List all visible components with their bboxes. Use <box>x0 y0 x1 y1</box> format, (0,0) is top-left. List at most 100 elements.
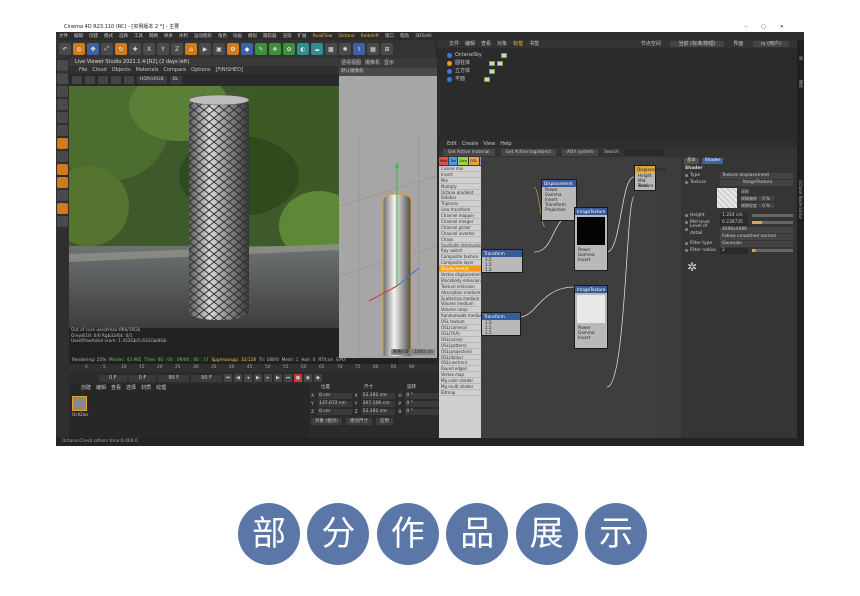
next-frame-icon[interactable]: ▸ <box>263 374 272 382</box>
cloner-icon[interactable]: ✿ <box>283 43 295 55</box>
keyframe-dot[interactable] <box>685 221 688 224</box>
absolute-size-select[interactable]: 绝对尺寸 <box>345 418 372 425</box>
node-port[interactable]: Invert <box>575 335 607 340</box>
sidebar-tab-attributes[interactable]: 属性 <box>798 80 804 88</box>
menu-item[interactable]: 编辑 <box>74 34 83 39</box>
live-viewer-menu-item[interactable]: Objects <box>112 67 131 73</box>
node-space-select[interactable]: 当前 (标准/物理) <box>670 41 724 47</box>
keyframe-dot[interactable] <box>685 228 688 231</box>
render-settings-icon[interactable]: ⚙ <box>227 43 239 55</box>
tab-shader[interactable]: Shader <box>701 158 724 164</box>
object-manager-menu-item[interactable]: 对象 <box>497 41 507 47</box>
object-manager-menu-item[interactable]: 书签 <box>529 41 539 47</box>
color-mode-select[interactable]: HDR/sRGB <box>137 76 167 84</box>
node-transform-2[interactable]: Transform 1.5 1.5 1.5 <box>481 312 521 336</box>
keyframe-dot[interactable] <box>685 181 688 184</box>
rotation-field[interactable]: 0 ° <box>405 401 440 407</box>
menu-item[interactable]: 文件 <box>59 34 68 39</box>
material-menu-item[interactable]: 选择 <box>126 385 136 391</box>
material-name[interactable]: OctGlos <box>72 412 88 417</box>
node-port[interactable]: Projection <box>542 207 576 212</box>
menu-item[interactable]: 3DToAll <box>415 34 432 39</box>
object-row[interactable]: OctaneSky <box>437 51 797 59</box>
viewport-menu-item[interactable]: 摄像机 <box>365 60 380 66</box>
object-manager-menu-item[interactable]: 标签 <box>513 41 523 47</box>
node-value[interactable]: 1.5 <box>482 267 522 272</box>
apply-button[interactable]: 应用 <box>375 418 393 425</box>
size-field[interactable]: 267.106 cm <box>361 401 396 407</box>
lod-select[interactable]: 4096x4096 <box>720 226 793 233</box>
node-list-item[interactable]: Bitmap <box>439 390 481 396</box>
menu-item[interactable]: 窗口 <box>385 34 394 39</box>
pause-icon[interactable] <box>85 76 95 84</box>
paint-icon[interactable] <box>57 203 68 214</box>
visibility-tag-icon[interactable] <box>489 60 496 66</box>
visibility-tag-icon[interactable] <box>489 68 496 74</box>
position-field[interactable]: 0 cm <box>317 393 352 399</box>
menu-item[interactable]: 运动图形 <box>194 34 212 39</box>
texture-mode-icon[interactable] <box>57 86 68 97</box>
end-frame-field[interactable]: 90 F <box>158 374 190 382</box>
model-mode-icon[interactable] <box>57 73 68 84</box>
node-category-tab[interactable]: Tex <box>449 157 458 165</box>
next-key-icon[interactable]: ▶ <box>273 374 282 382</box>
autokey-icon[interactable]: ◉ <box>303 374 312 382</box>
undo-icon[interactable]: ↶ <box>59 43 71 55</box>
node-category-tab[interactable]: Mat <box>439 157 449 165</box>
camera-icon[interactable]: ▩ <box>325 43 337 55</box>
start-frame-field[interactable]: 0 F <box>99 374 127 382</box>
keyframe-dot[interactable] <box>685 249 688 252</box>
node-editor-menu-item[interactable]: Create <box>462 141 479 147</box>
window-controls[interactable]: –▢✕ <box>745 22 798 32</box>
material-tag-icon[interactable] <box>497 60 504 66</box>
filter-select[interactable]: Gaussian <box>720 240 793 247</box>
prev-key-icon[interactable]: ◀ <box>233 374 242 382</box>
get-active-tag-button[interactable]: Get Active tag/object <box>500 149 557 156</box>
stop-icon[interactable] <box>98 76 108 84</box>
midlevel-slider[interactable] <box>752 221 793 224</box>
close-icon[interactable]: ✕ <box>780 24 798 30</box>
subdivision-icon[interactable]: ❖ <box>269 43 281 55</box>
visibility-tag-icon[interactable] <box>484 76 491 82</box>
menu-item[interactable]: RealFlow <box>313 34 333 39</box>
live-viewer-menu-item[interactable]: Options <box>191 67 210 73</box>
object-name[interactable]: OctaneSky <box>455 51 482 59</box>
sidebar-tab-node-editor[interactable]: Octane Node Editor <box>798 180 803 219</box>
brush-icon[interactable]: ⌇ <box>353 43 365 55</box>
node-canvas[interactable]: Displacement Power Gamma Invert Transfor… <box>481 157 666 446</box>
object-row[interactable]: 立方体 <box>437 67 797 75</box>
height-slider[interactable] <box>752 214 793 217</box>
search-input[interactable] <box>624 149 665 156</box>
perspective-viewport[interactable]: 透视视图 摄像机 显示 默认摄像机 网格间距 : 1000 cm <box>339 58 437 358</box>
menu-item[interactable]: 样条 <box>164 34 173 39</box>
menu-item[interactable]: 模拟 <box>248 34 257 39</box>
object-relative-select[interactable]: 对象 (相对) <box>311 418 342 425</box>
menu-item[interactable]: Redshift <box>361 34 379 39</box>
node-editor-menu-item[interactable]: Edit <box>447 141 457 147</box>
rotation-field[interactable]: 0 ° <box>405 393 440 399</box>
object-manager-menu-item[interactable]: 查看 <box>481 41 491 47</box>
cube-icon[interactable]: ◆ <box>241 43 253 55</box>
material-menu-item[interactable]: 查看 <box>111 385 121 391</box>
play-icon[interactable] <box>72 76 82 84</box>
menu-item[interactable]: 帮助 <box>400 34 409 39</box>
size-field[interactable]: 52.182 cm <box>361 393 396 399</box>
material-menu-item[interactable]: 纹理 <box>156 385 166 391</box>
object-name[interactable]: 立方体 <box>455 67 470 75</box>
workplane-icon[interactable] <box>57 164 68 175</box>
object-manager-menu-item[interactable]: 编辑 <box>465 41 475 47</box>
menu-item[interactable]: 动画 <box>233 34 242 39</box>
max-frame-field[interactable]: 90 F <box>191 374 222 382</box>
rotation-field[interactable]: 0 ° <box>405 409 440 415</box>
node-port[interactable]: Invert <box>575 257 607 262</box>
pen-icon[interactable]: ✎ <box>255 43 267 55</box>
material-menu-item[interactable]: 编辑 <box>96 385 106 391</box>
node-category-tab[interactable]: Gen <box>458 157 468 165</box>
object-manager-menu-item[interactable]: 文件 <box>449 41 459 47</box>
object-name[interactable]: 圆柱体 <box>455 59 470 67</box>
tab-basic[interactable]: 基本 <box>684 158 699 164</box>
live-viewer-menu-item[interactable]: Compare <box>163 67 186 73</box>
node-imagetexture-2[interactable]: ImageTexture Power Gamma Invert <box>574 285 608 349</box>
viewport-menu-item[interactable]: 显示 <box>384 60 394 66</box>
lock-icon[interactable] <box>57 190 68 201</box>
